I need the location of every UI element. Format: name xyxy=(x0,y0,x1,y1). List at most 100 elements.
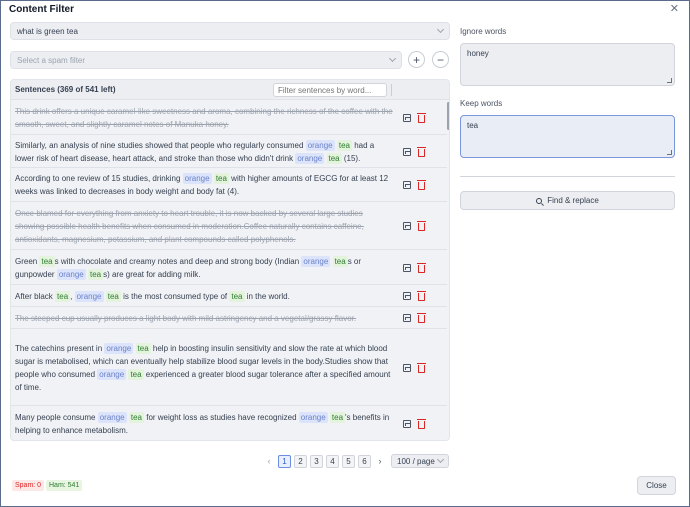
page-button-2[interactable]: 2 xyxy=(294,454,307,468)
query-value: what is green tea xyxy=(17,26,78,36)
sentence-segment: is the most consumed type of xyxy=(120,292,230,301)
keep-word-token[interactable]: tea xyxy=(135,343,151,354)
trash-icon[interactable] xyxy=(417,291,426,301)
keep-word-token[interactable]: tea xyxy=(329,412,346,423)
page-button-3[interactable]: 3 xyxy=(310,454,323,468)
find-replace-button[interactable]: Find & replace xyxy=(460,191,675,210)
prev-page-icon[interactable]: ‹ xyxy=(263,455,275,468)
keep-words-value: tea xyxy=(467,121,479,130)
ignore-words-textarea[interactable]: honey xyxy=(460,43,675,86)
page-button-1[interactable]: 1 xyxy=(278,454,291,468)
trash-icon[interactable] xyxy=(417,180,426,190)
sentence-segment: This drink offers a unique caramel-like … xyxy=(15,107,393,129)
keep-word-token[interactable]: tea xyxy=(105,291,121,302)
row-actions xyxy=(403,221,433,231)
keep-word-token[interactable]: tea xyxy=(87,269,104,280)
replaced-word-token[interactable]: orange xyxy=(74,291,104,302)
page-button-5[interactable]: 5 xyxy=(342,454,355,468)
replaced-word-token[interactable]: orange xyxy=(97,412,127,423)
row-actions xyxy=(403,291,433,301)
save-icon[interactable] xyxy=(403,314,411,322)
trash-icon[interactable] xyxy=(417,221,426,231)
keep-word-token[interactable]: tea xyxy=(128,412,144,423)
sentence-segment: The steeped cup usually produces a light… xyxy=(15,314,357,323)
keep-word-token[interactable]: tea xyxy=(55,291,71,302)
row-actions xyxy=(403,263,433,273)
replaced-word-token[interactable]: orange xyxy=(301,256,331,267)
sentence-segment: Many people consume xyxy=(15,413,98,422)
replaced-word-token[interactable]: orange xyxy=(295,153,325,164)
trash-icon[interactable] xyxy=(417,419,426,429)
keep-word-token[interactable]: tea xyxy=(336,140,352,151)
trash-icon[interactable] xyxy=(417,147,426,157)
trash-icon[interactable] xyxy=(417,363,426,373)
sentences-table: Sentences (369 of 541 left) This drink o… xyxy=(10,79,450,441)
sentence-text: This drink offers a unique caramel-like … xyxy=(15,105,393,131)
row-actions xyxy=(403,147,433,157)
save-icon[interactable] xyxy=(403,292,411,300)
trash-icon[interactable] xyxy=(417,313,426,323)
row-actions xyxy=(403,419,433,429)
sentence-segment: Once blamed for everything from anxiety … xyxy=(15,209,364,244)
find-replace-label: Find & replace xyxy=(547,196,599,205)
row-actions xyxy=(403,313,433,323)
table-row: Green tea s with chocolate and creamy not… xyxy=(11,250,447,285)
sentence-text: The catechins present in orange tea help… xyxy=(15,342,393,394)
sentence-segment: After black xyxy=(15,292,56,301)
save-icon[interactable] xyxy=(403,420,411,428)
next-page-icon[interactable]: › xyxy=(374,455,386,468)
keep-word-token[interactable]: tea xyxy=(213,173,229,184)
add-filter-button[interactable]: + xyxy=(408,51,425,68)
keep-word-token[interactable]: tea xyxy=(39,256,55,267)
save-icon[interactable] xyxy=(403,222,411,230)
filter-sentences-input[interactable] xyxy=(273,83,387,97)
scrollbar[interactable] xyxy=(447,102,449,130)
sentence-text: Many people consume orange tea for weigh… xyxy=(15,411,393,437)
per-page-value: 100 / page xyxy=(397,456,435,466)
save-icon[interactable] xyxy=(403,148,411,156)
keep-words-textarea[interactable]: tea xyxy=(460,115,675,158)
spam-count-badge: Spam: 0 xyxy=(12,480,45,491)
table-row: The catechins present in orange tea help… xyxy=(11,329,447,406)
replaced-word-token[interactable]: orange xyxy=(298,412,328,423)
table-row: Once blamed for everything from anxiety … xyxy=(11,202,447,250)
close-icon[interactable]: ✕ xyxy=(670,2,679,15)
sentence-segment: Similarly, an analysis of nine studies s… xyxy=(15,141,306,150)
sentences-count-header: Sentences (369 of 541 left) xyxy=(15,85,116,94)
save-icon[interactable] xyxy=(403,181,411,189)
close-button[interactable]: Close xyxy=(637,476,676,495)
query-select[interactable]: what is green tea xyxy=(10,22,450,40)
keep-word-token[interactable]: tea xyxy=(332,256,348,267)
spam-filter-placeholder: Select a spam filter xyxy=(17,55,86,65)
row-actions xyxy=(403,363,433,373)
resize-grip-icon[interactable] xyxy=(667,150,672,155)
keep-word-token[interactable]: tea xyxy=(326,153,342,164)
trash-icon[interactable] xyxy=(417,263,426,273)
per-page-select[interactable]: 100 / page xyxy=(391,454,449,468)
sentence-segment: , xyxy=(70,292,75,301)
table-row: This drink offers a unique caramel-like … xyxy=(11,100,447,135)
replaced-word-token[interactable]: orange xyxy=(182,173,212,184)
page-list: 123456 xyxy=(278,454,371,468)
page-button-4[interactable]: 4 xyxy=(326,454,339,468)
keep-word-token[interactable]: tea xyxy=(229,291,245,302)
search-icon xyxy=(536,197,543,204)
replaced-word-token[interactable]: orange xyxy=(56,269,86,280)
save-icon[interactable] xyxy=(403,264,411,272)
replaced-word-token[interactable]: orange xyxy=(97,369,127,380)
row-actions xyxy=(403,180,433,190)
trash-icon[interactable] xyxy=(417,113,426,123)
spam-filter-select[interactable]: Select a spam filter xyxy=(10,51,402,69)
header-divider xyxy=(391,84,392,96)
sentence-text: Similarly, an analysis of nine studies s… xyxy=(15,139,393,165)
save-icon[interactable] xyxy=(403,114,411,122)
resize-grip-icon[interactable] xyxy=(667,78,672,83)
row-actions xyxy=(403,113,433,123)
remove-filter-button[interactable]: − xyxy=(432,51,449,68)
keep-word-token[interactable]: tea xyxy=(128,369,144,380)
save-icon[interactable] xyxy=(403,364,411,372)
page-button-6[interactable]: 6 xyxy=(358,454,371,468)
replaced-word-token[interactable]: orange xyxy=(305,140,335,151)
sentence-text: According to one review of 15 studies, d… xyxy=(15,172,393,198)
replaced-word-token[interactable]: orange xyxy=(104,343,134,354)
